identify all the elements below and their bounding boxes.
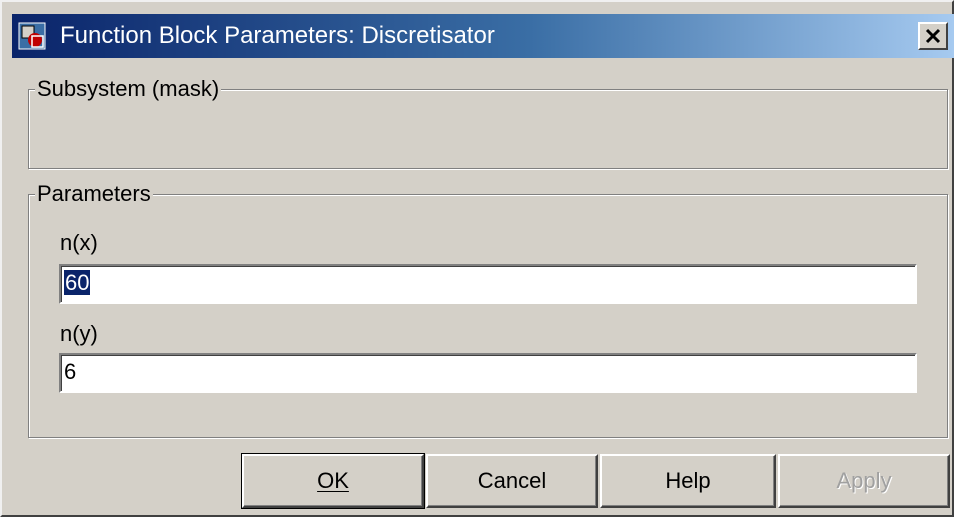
subsystem-group-label: Subsystem (mask)	[35, 74, 222, 104]
close-button[interactable]	[918, 22, 948, 50]
cancel-button[interactable]: Cancel	[426, 454, 598, 508]
nx-input[interactable]: 60	[59, 264, 917, 304]
help-button-label: Help	[665, 468, 711, 493]
ny-input-value: 6	[64, 359, 77, 384]
ny-label: n(y)	[60, 321, 98, 346]
dialog-window: Function Block Parameters: Discretisator…	[0, 0, 954, 517]
parameters-group-label: Parameters	[35, 179, 153, 209]
simulink-block-icon	[18, 22, 46, 50]
parameters-group: Parameters	[28, 179, 948, 438]
ny-input[interactable]: 6	[59, 353, 917, 393]
cancel-button-label: Cancel	[477, 468, 547, 493]
close-icon	[925, 28, 941, 44]
subsystem-mask-group: Subsystem (mask)	[28, 74, 948, 169]
title-bar[interactable]: Function Block Parameters: Discretisator	[12, 14, 954, 58]
help-button[interactable]: Help	[600, 454, 776, 508]
apply-button[interactable]: Apply	[778, 454, 950, 508]
ok-button[interactable]: OK	[241, 453, 425, 509]
apply-button-label: Apply	[836, 468, 892, 493]
ok-button-label: OK	[317, 468, 349, 493]
nx-input-value: 60	[64, 270, 91, 295]
nx-label: n(x)	[60, 230, 98, 255]
window-title: Function Block Parameters: Discretisator	[60, 22, 495, 49]
